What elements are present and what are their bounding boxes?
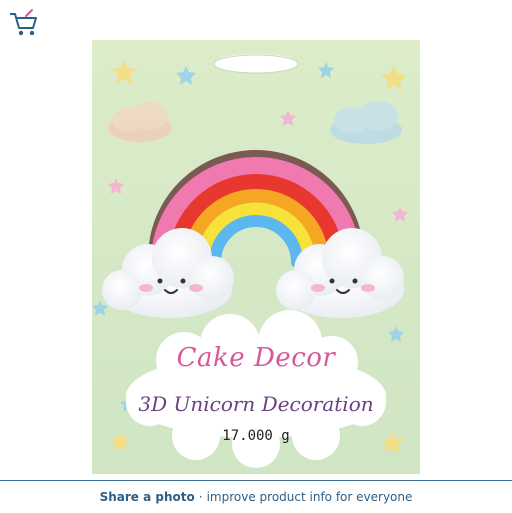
share-photo-bar: Share a photo · improve product info for… [0,480,512,513]
cart-button[interactable] [6,8,40,38]
share-photo-link[interactable]: Share a photo [100,490,195,504]
product-photo [0,0,512,480]
cart-icon [6,8,40,38]
share-photo-message: improve product info for everyone [206,490,413,504]
separator-dot: · [198,490,203,504]
